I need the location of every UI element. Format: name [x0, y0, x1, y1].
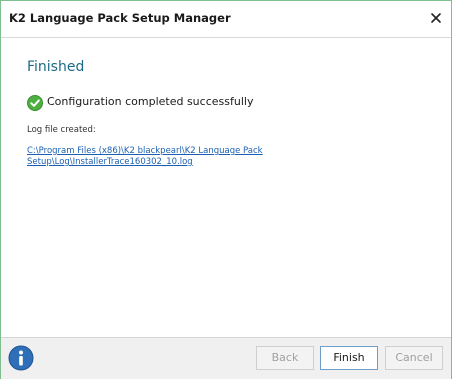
finish-button[interactable]: Finish — [320, 346, 378, 370]
info-icon — [8, 345, 34, 371]
status-message: Configuration completed successfully — [47, 95, 254, 108]
close-button[interactable] — [427, 9, 445, 27]
window-title: K2 Language Pack Setup Manager — [9, 11, 231, 25]
log-label: Log file created: — [27, 125, 96, 135]
page-heading: Finished — [27, 59, 85, 75]
cancel-button[interactable]: Cancel — [385, 346, 443, 370]
title-bar: K2 Language Pack Setup Manager — [1, 1, 451, 37]
back-button[interactable]: Back — [256, 346, 314, 370]
footer-bar: Back Finish Cancel — [1, 337, 451, 379]
title-divider — [1, 37, 451, 38]
log-file-link[interactable]: C:\Program Files (x86)\K2 blackpearl\K2 … — [27, 146, 317, 168]
setup-dialog: K2 Language Pack Setup Manager Finished … — [0, 0, 452, 379]
close-icon — [431, 13, 441, 23]
check-circle-icon — [27, 95, 43, 111]
info-button[interactable] — [8, 345, 34, 371]
